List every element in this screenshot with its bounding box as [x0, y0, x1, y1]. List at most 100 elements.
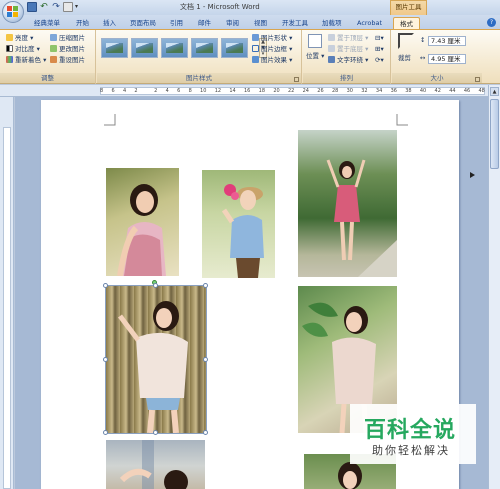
brightness-button[interactable]: 亮度 ▾	[6, 34, 33, 43]
vertical-ruler[interactable]	[0, 97, 14, 489]
resize-handle[interactable]	[103, 357, 108, 362]
tab-add-ins[interactable]: 加载项	[322, 17, 342, 29]
resize-handle[interactable]	[153, 283, 158, 288]
person-figure	[118, 301, 188, 433]
resize-handle[interactable]	[153, 430, 158, 435]
mouse-cursor-icon	[470, 172, 475, 178]
vertical-scrollbar[interactable]: ▲	[488, 85, 500, 489]
picture-style-thumb[interactable]	[191, 38, 218, 58]
change-picture-icon	[50, 45, 57, 52]
text-wrapping-button[interactable]: 文字环绕 ▾	[328, 56, 368, 65]
undo-icon[interactable]: ↶	[39, 2, 49, 12]
align-icon[interactable]: ⊟▾	[375, 34, 384, 43]
picture-effects-button[interactable]: 图片效果 ▾	[252, 56, 292, 65]
ruler-tick-label: 40	[419, 88, 427, 94]
picture-tools-label: 图片工具	[390, 0, 427, 15]
picture-style-thumb[interactable]	[161, 38, 188, 58]
tab-insert[interactable]: 插入	[103, 17, 116, 29]
person-figure	[221, 184, 264, 278]
group-arrange: 位置 ▾ 置于顶层 ▾ 置于底层 ▾ 文字环绕 ▾ ⊟▾ ⊞▾ ⟳▾ 排列	[303, 30, 391, 84]
picture-shape-button[interactable]: 图片形状 ▾	[252, 34, 292, 43]
resize-handle[interactable]	[203, 430, 208, 435]
width-field[interactable]: 4.95 厘米	[428, 54, 466, 64]
group-adjust: 亮度 ▾ 对比度 ▾ 重新着色 ▾ 压缩图片 更改图片 重设图片 调整	[0, 30, 96, 84]
brightness-icon	[6, 34, 13, 41]
picture-border-button[interactable]: 图片边框 ▾	[252, 45, 292, 54]
crop-icon	[398, 33, 414, 49]
ruler-tick-label: 12	[214, 88, 222, 94]
recolor-button[interactable]: 重新着色 ▾	[6, 56, 46, 65]
resize-handle[interactable]	[203, 357, 208, 362]
send-back-icon	[328, 45, 335, 52]
picture-style-thumb[interactable]	[131, 38, 158, 58]
ruler-tick-label: 48	[478, 88, 485, 94]
customize-qat-icon[interactable]: ▾	[75, 2, 81, 12]
photo-6[interactable]	[106, 440, 205, 489]
size-launcher-icon[interactable]	[475, 77, 480, 82]
ruler-tick-label: 28	[331, 88, 339, 94]
person-figure	[326, 159, 397, 277]
tab-format[interactable]: 格式	[393, 17, 420, 29]
photo-4-selected[interactable]	[105, 285, 207, 434]
picture-style-thumb[interactable]	[221, 38, 248, 58]
contrast-icon	[6, 45, 13, 52]
ruler-tick-label: 22	[287, 88, 295, 94]
resize-handle[interactable]	[103, 283, 108, 288]
height-field[interactable]: 7.43 厘米	[428, 36, 466, 46]
resize-handle[interactable]	[203, 283, 208, 288]
group-size: 裁剪 ↕ 7.43 厘米 ↔ 4.95 厘米 大小	[392, 30, 482, 84]
ruler-tick-label: 24	[302, 88, 309, 94]
tab-review[interactable]: 审阅	[226, 17, 239, 29]
scroll-thumb[interactable]	[490, 99, 499, 169]
tab-classic-menu[interactable]: 经典菜单	[34, 17, 60, 29]
contrast-button[interactable]: 对比度 ▾	[6, 45, 40, 54]
ruler-ticks: 8 6 4 2 2 4 6 8 10 12 14 16 18 20 22 24 26 28 30 32 34 36 38 40…	[100, 88, 485, 95]
tab-references[interactable]: 引用	[170, 17, 183, 29]
recolor-icon	[6, 56, 13, 63]
picture-style-gallery[interactable]	[101, 38, 259, 64]
bring-to-front-button[interactable]: 置于顶层 ▾	[328, 34, 368, 43]
ruler-tick-label: 6	[177, 88, 181, 94]
position-button[interactable]: 位置 ▾	[306, 52, 324, 61]
title-bar: ↶ ↷ ▾ 文档 1 - Microsoft Word 图片工具	[0, 0, 500, 23]
person-figure	[117, 184, 166, 276]
photo-1[interactable]	[106, 168, 179, 276]
window-title: 文档 1 - Microsoft Word	[180, 3, 260, 11]
height-icon: ↕	[420, 36, 426, 44]
redo-icon[interactable]: ↷	[51, 2, 61, 12]
send-to-back-button[interactable]: 置于底层 ▾	[328, 45, 368, 54]
ruler-tick-label: 6	[111, 88, 115, 94]
crop-button[interactable]: 裁剪	[398, 54, 411, 63]
group-label-picture-styles: 图片样式	[97, 73, 301, 83]
ruler-tick-label: 18	[258, 88, 266, 94]
save-icon[interactable]	[27, 2, 37, 12]
ruler-tick-label: 8	[188, 88, 192, 94]
change-picture-button[interactable]: 更改图片	[50, 45, 85, 54]
print-preview-icon[interactable]	[63, 2, 73, 12]
width-icon: ↔	[420, 54, 426, 62]
ruler-tick-label: 16	[244, 88, 251, 94]
ruler-tick-label: 8	[100, 88, 104, 94]
photo-3[interactable]	[298, 130, 397, 277]
picture-styles-launcher-icon[interactable]	[294, 77, 299, 82]
ruler-tick-label: 10	[200, 88, 207, 94]
picture-style-thumb[interactable]	[101, 38, 128, 58]
office-button[interactable]	[2, 1, 24, 23]
tab-developer[interactable]: 开发工具	[282, 17, 308, 29]
resize-handle[interactable]	[103, 430, 108, 435]
group-objects-icon[interactable]: ⊞▾	[375, 45, 384, 54]
tab-acrobat[interactable]: Acrobat	[357, 17, 382, 29]
reset-picture-button[interactable]: 重设图片	[50, 56, 85, 65]
ruler-page-zone	[3, 127, 11, 489]
rotate-icon[interactable]: ⟳▾	[375, 56, 384, 65]
tab-page-layout[interactable]: 页面布局	[130, 17, 156, 29]
tab-view[interactable]: 视图	[254, 17, 267, 29]
scroll-up-icon[interactable]: ▲	[490, 87, 499, 96]
compress-pictures-button[interactable]: 压缩图片	[50, 34, 85, 43]
horizontal-ruler[interactable]: 8 6 4 2 2 4 6 8 10 12 14 16 18 20 22 24 26 28 30 32 34 36 38 40…	[0, 85, 500, 97]
help-icon[interactable]: ?	[487, 18, 496, 27]
tab-mailings[interactable]: 邮件	[198, 17, 211, 29]
tab-home[interactable]: 开始	[76, 17, 89, 29]
photo-2[interactable]	[202, 170, 275, 278]
watermark-title: 百科全说	[364, 418, 457, 443]
